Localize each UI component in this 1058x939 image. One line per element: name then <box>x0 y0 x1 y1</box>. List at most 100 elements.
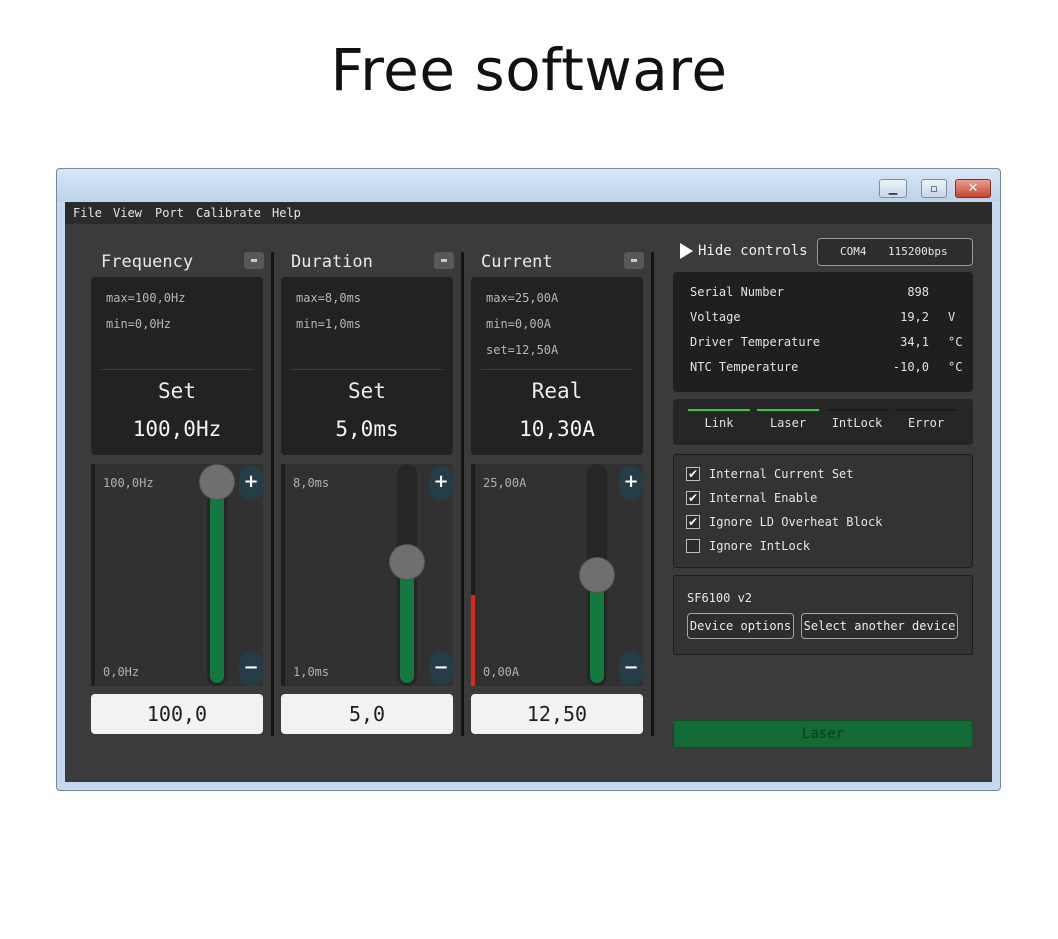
duration-value-input[interactable]: 5,0 <box>281 694 453 734</box>
status-led <box>826 409 888 411</box>
frequency-slider-thumb[interactable] <box>199 464 235 500</box>
current-range-top: 25,00A <box>483 476 527 490</box>
checkbox[interactable]: ✔ <box>686 491 700 505</box>
hide-controls-button[interactable]: Hide controls <box>680 239 811 265</box>
port-settings-button[interactable]: COM4 115200bps <box>817 238 973 266</box>
hide-controls-label: Hide controls <box>698 243 808 259</box>
option-label: Internal Enable <box>709 491 818 505</box>
minimize-icon: ▁ <box>888 182 898 195</box>
maximize-button[interactable]: ▫ <box>921 179 947 198</box>
column-divider <box>651 252 654 736</box>
info-unit: V <box>948 310 956 324</box>
menu-file[interactable]: File <box>73 206 102 220</box>
duration-title: Duration <box>291 252 373 272</box>
frequency-info-box: max=100,0Hz min=0,0Hz Set 100,0Hz <box>91 277 263 455</box>
duration-range-top: 8,0ms <box>293 476 330 490</box>
close-button[interactable]: ✕ <box>955 179 991 198</box>
info-unit: °C <box>948 335 963 349</box>
pin-icon[interactable]: ▬ <box>244 252 264 269</box>
current-title: Current <box>481 252 553 272</box>
menu-view[interactable]: View <box>113 206 142 220</box>
pin-icon[interactable]: ▬ <box>624 252 644 269</box>
status-led <box>757 409 819 411</box>
maximize-icon: ▫ <box>930 182 938 195</box>
info-label: Serial Number <box>690 285 784 299</box>
info-row-driver-temperature: Driver Temperature 34,1 °C <box>673 335 973 360</box>
frequency-range-bottom: 0,0Hz <box>103 665 140 679</box>
info-value: 19,2 <box>900 310 929 324</box>
frequency-range-top: 100,0Hz <box>103 476 154 490</box>
divider <box>291 369 443 370</box>
app-client-area: File View Port Calibrate Help Frequency … <box>65 202 992 782</box>
status-label: IntLock <box>831 416 883 430</box>
menu-help[interactable]: Help <box>272 206 301 220</box>
frequency-decrease-button[interactable]: − <box>239 652 263 686</box>
status-laser: Laser <box>757 409 819 435</box>
status-label: Link <box>704 416 734 430</box>
duration-mode-label: Set <box>348 379 386 403</box>
info-value: 34,1 <box>900 335 929 349</box>
current-display-value: 10,30A <box>519 417 595 441</box>
duration-level-strip <box>281 464 285 686</box>
info-value: 898 <box>907 285 929 299</box>
duration-display-value: 5,0ms <box>335 417 399 441</box>
frequency-title: Frequency <box>101 252 194 272</box>
info-row-voltage: Voltage 19,2 V <box>673 310 973 335</box>
duration-decrease-button[interactable]: − <box>429 652 453 686</box>
status-error: Error <box>895 409 957 435</box>
status-led <box>895 409 957 411</box>
duration-increase-button[interactable]: + <box>429 466 453 500</box>
play-triangle-icon <box>680 243 693 259</box>
device-options-button[interactable]: Device options <box>687 613 794 639</box>
info-label: NTC Temperature <box>690 360 799 374</box>
laser-button[interactable]: Laser <box>673 720 973 748</box>
option-label: Ignore IntLock <box>709 539 811 553</box>
info-unit: °C <box>948 360 963 374</box>
current-info-box: max=25,00A min=0,00A set=12,50A Real 10,… <box>471 277 643 455</box>
status-link: Link <box>688 409 750 435</box>
minimize-button[interactable]: ▁ <box>879 179 907 198</box>
info-label: Voltage <box>690 310 741 324</box>
column-divider <box>271 252 274 736</box>
device-name: SF6100 v2 <box>687 591 753 605</box>
current-slider-thumb[interactable] <box>579 557 615 593</box>
checkbox[interactable]: ✔ <box>686 467 700 481</box>
checkbox[interactable]: ✔ <box>686 515 700 529</box>
column-divider <box>461 252 464 736</box>
current-value-input[interactable]: 12,50 <box>471 694 643 734</box>
slide-title: Free software <box>330 36 728 104</box>
info-value: -10,0 <box>892 360 929 374</box>
frequency-slider-area: 100,0Hz 0,0Hz + − <box>91 464 263 686</box>
divider <box>101 369 253 370</box>
window-titlebar: ▁ ▫ ✕ <box>57 169 1000 201</box>
frequency-display-value: 100,0Hz <box>132 417 222 441</box>
pin-icon[interactable]: ▬ <box>434 252 454 269</box>
options-panel: ✔ Internal Current Set ✔ Internal Enable… <box>673 454 973 568</box>
current-level-bar <box>471 595 475 686</box>
device-info-panel: Serial Number 898 Voltage 19,2 V Driver … <box>673 272 973 392</box>
duration-slider-thumb[interactable] <box>389 544 425 580</box>
current-set-label: set=12,50A <box>486 343 559 357</box>
frequency-min-label: min=0,0Hz <box>106 317 172 331</box>
select-another-device-button[interactable]: Select another device <box>801 613 958 639</box>
current-mode-label: Real <box>531 379 583 403</box>
menu-calibrate[interactable]: Calibrate <box>196 206 261 220</box>
frequency-increase-button[interactable]: + <box>239 466 263 500</box>
com-port-label: COM4 <box>840 245 867 258</box>
current-decrease-button[interactable]: − <box>619 652 643 686</box>
status-label: Laser <box>769 416 807 430</box>
status-label: Error <box>907 416 945 430</box>
status-led <box>688 409 750 411</box>
info-label: Driver Temperature <box>690 335 821 349</box>
frequency-mode-label: Set <box>158 379 196 403</box>
option-label: Internal Current Set <box>709 467 854 481</box>
checkbox[interactable] <box>686 539 700 553</box>
app-window: ▁ ▫ ✕ File View Port Calibrate Help Freq… <box>56 168 1001 791</box>
duration-slider-area: 8,0ms 1,0ms + − <box>281 464 453 686</box>
frequency-value-input[interactable]: 100,0 <box>91 694 263 734</box>
duration-range-bottom: 1,0ms <box>293 665 330 679</box>
current-increase-button[interactable]: + <box>619 466 643 500</box>
menu-bar: File View Port Calibrate Help <box>65 202 992 224</box>
menu-port[interactable]: Port <box>155 206 184 220</box>
current-min-label: min=0,00A <box>486 317 552 331</box>
